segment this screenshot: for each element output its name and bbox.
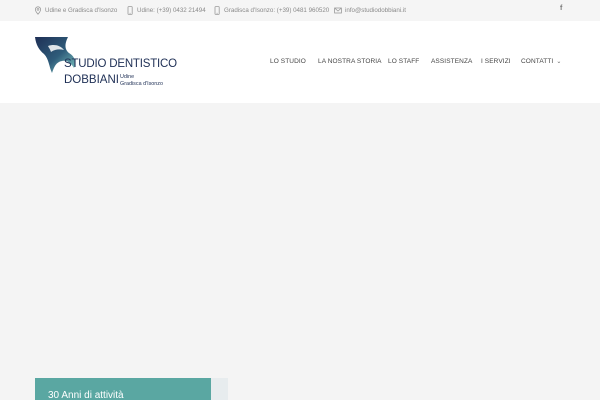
location-text: Udine e Gradisca d'Isonzo <box>45 7 118 14</box>
nav-item-lo-staff[interactable]: LO STAFF <box>388 58 419 68</box>
hero-area <box>0 103 600 400</box>
logo[interactable]: STUDIO DENTISTICO DOBBIANI Udine Gradisc… <box>34 37 177 89</box>
card-shadow-panel <box>211 378 228 400</box>
chevron-down-icon: ⌄ <box>556 59 562 65</box>
map-pin-icon <box>34 6 42 15</box>
email-info[interactable]: info@studiodobbiani.it <box>334 5 406 16</box>
feature-card[interactable]: 30 Anni di attività <box>35 378 211 400</box>
logo-title: STUDIO DENTISTICO <box>64 58 177 70</box>
site-header: STUDIO DENTISTICO DOBBIANI Udine Gradisc… <box>0 21 600 103</box>
nav-item-contatti-label: CONTATTI <box>521 58 554 65</box>
logo-location-gradisca: Gradisca d'Isonzo <box>120 80 163 87</box>
nav-item-assistenza[interactable]: ASSISTENZA <box>431 58 472 68</box>
logo-name: DOBBIANI <box>64 74 119 86</box>
top-bar: Udine e Gradisca d'Isonzo Udine: (+39) 0… <box>0 0 600 21</box>
facebook-icon[interactable]: f <box>560 5 562 12</box>
phone-icon <box>213 6 221 15</box>
email-text: info@studiodobbiani.it <box>345 7 406 14</box>
nav-item-lo-studio[interactable]: LO STUDIO <box>270 58 306 68</box>
phone-gradisca-info[interactable]: Gradisca d'Isonzo: (+39) 0481 960520 <box>213 5 329 16</box>
phone-udine-text: Udine: (+39) 0432 21494 <box>137 7 206 14</box>
phone-udine-info[interactable]: Udine: (+39) 0432 21494 <box>126 5 206 16</box>
nav-item-la-nostra-storia[interactable]: LA NOSTRA STORIA <box>318 58 382 68</box>
phone-gradisca-text: Gradisca d'Isonzo: (+39) 0481 960520 <box>224 7 330 14</box>
nav-item-i-servizi[interactable]: I SERVIZI <box>481 58 511 68</box>
feature-card-title: 30 Anni di attività <box>48 390 124 400</box>
logo-locations: Udine Gradisca d'Isonzo <box>120 74 163 87</box>
phone-icon <box>126 6 134 15</box>
location-info: Udine e Gradisca d'Isonzo <box>34 5 117 16</box>
nav-item-contatti[interactable]: CONTATTI ⌄ <box>521 58 561 68</box>
envelope-icon <box>334 6 342 15</box>
